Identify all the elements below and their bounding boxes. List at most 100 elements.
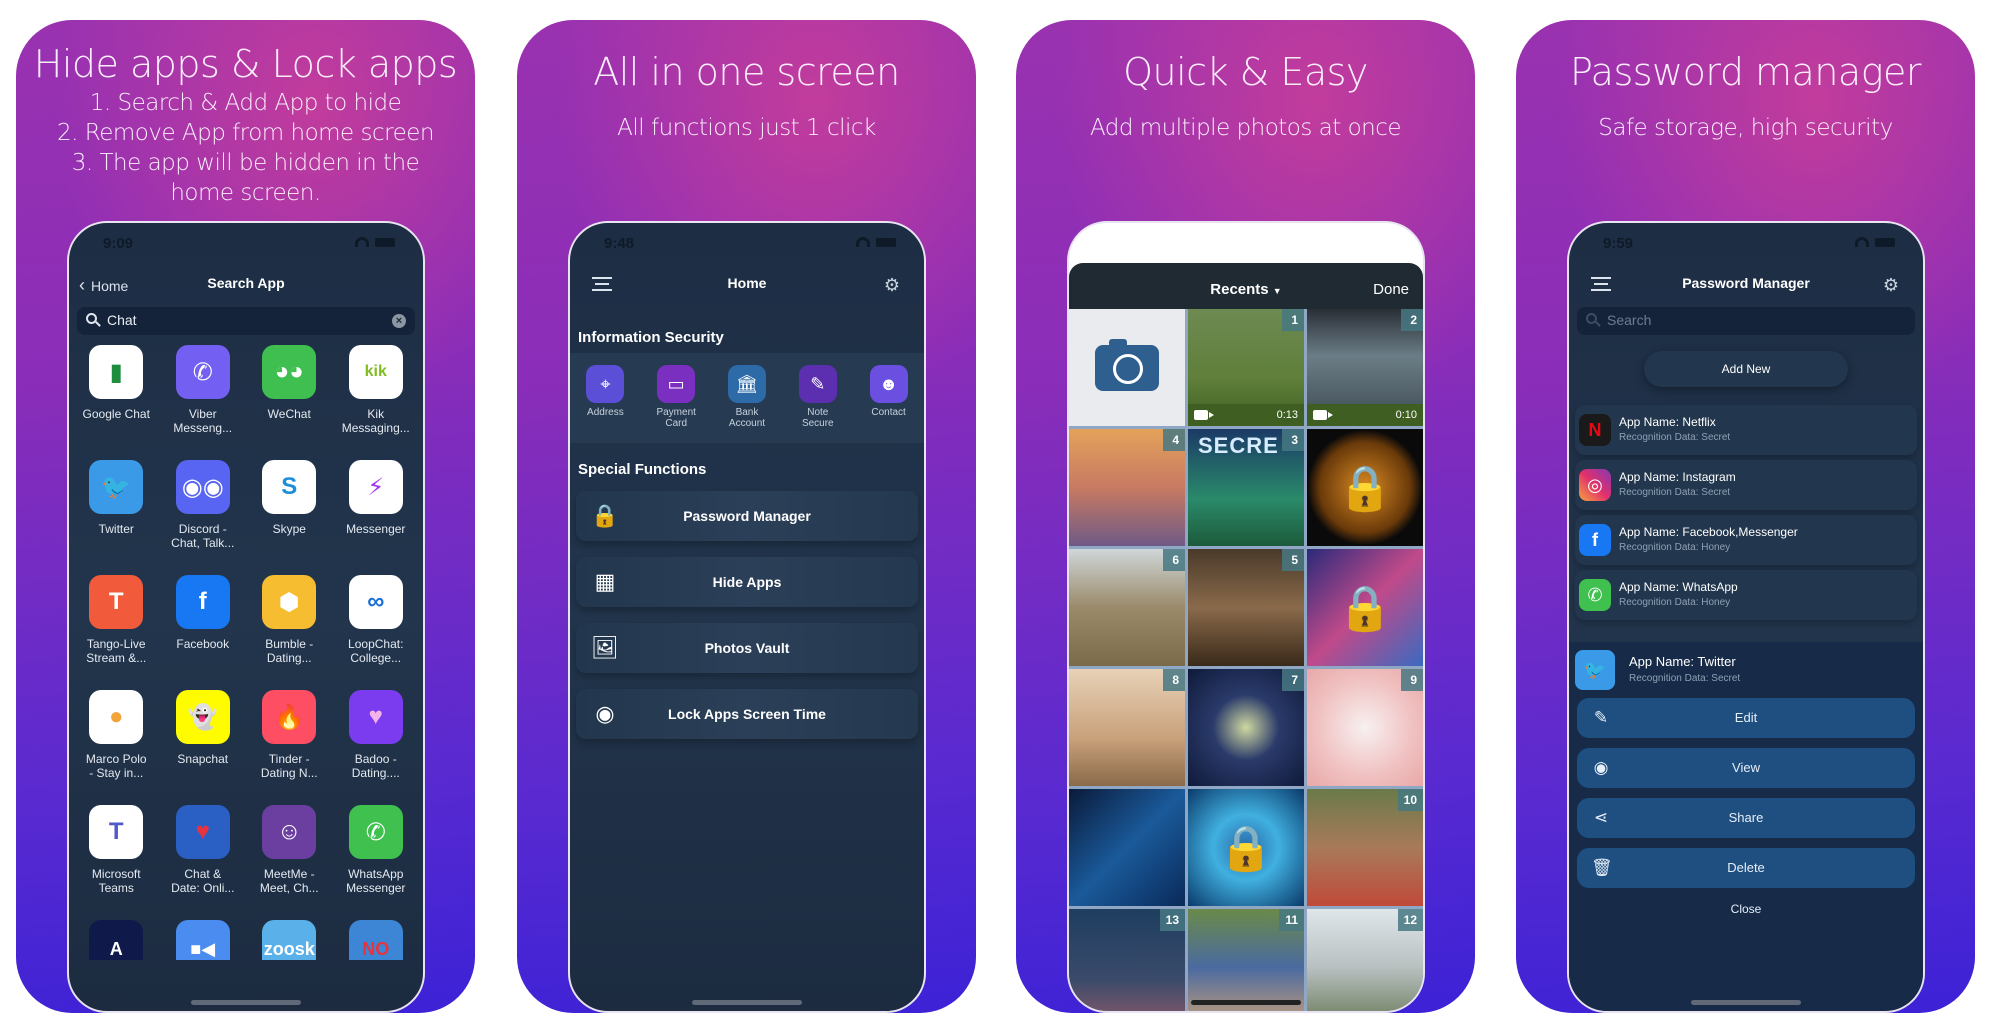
home-indicator <box>1191 1000 1301 1005</box>
edit-button[interactable]: ✎ Edit <box>1577 698 1915 738</box>
app-item[interactable]: ◕◕ WeChat <box>246 345 333 446</box>
app-item[interactable]: ✆ WhatsApp Messenger <box>333 805 420 906</box>
function-button[interactable]: ◉ Lock Apps Screen Time <box>576 689 918 739</box>
photo-thumbnail[interactable]: 12 <box>1307 909 1423 1011</box>
app-item[interactable]: 🐦 Twitter <box>73 460 160 561</box>
wifi-icon <box>1855 237 1869 247</box>
photo-thumbnail[interactable] <box>1069 789 1185 906</box>
meetme-icon: ☺ <box>262 805 317 859</box>
photo-thumbnail[interactable]: 11 <box>1188 909 1304 1011</box>
info-item-bank[interactable]: 🏛 Bank Account <box>717 365 777 443</box>
status-time: 9:59 <box>1603 235 1634 252</box>
note-secure-icon: ✎ <box>798 365 837 403</box>
info-item-contact[interactable]: ☻ Contact <box>859 365 919 443</box>
photo-thumbnail[interactable]: 6 <box>1069 549 1185 666</box>
app-label: Tango-Live Stream &... <box>86 637 147 665</box>
home-indicator <box>191 1000 301 1005</box>
app-item[interactable]: 🔥 Tinder - Dating N... <box>246 690 333 791</box>
search-input[interactable]: Chat × <box>77 307 415 335</box>
app-item[interactable]: ✆ Viber Messeng... <box>160 345 247 446</box>
photo-thumbnail[interactable]: 7 <box>1188 669 1304 786</box>
facebook-icon: f <box>175 575 230 629</box>
photo-thumbnail[interactable]: 🔒 <box>1307 429 1423 546</box>
loopchat-icon: ∞ <box>348 575 403 629</box>
photo-thumbnail[interactable]: 2 0:10 <box>1307 309 1423 426</box>
app-item[interactable]: ● Marco Polo - Stay in... <box>73 690 160 791</box>
app-item[interactable]: A <box>73 920 160 1011</box>
app-grid: ▮ Google Chat ✆ Viber Messeng... ◕◕ WeChat kik… <box>73 345 420 1011</box>
whatsapp-icon: ✆ <box>1579 579 1611 611</box>
entry-name: App Name: Instagram <box>1619 470 1736 484</box>
photo-thumbnail[interactable]: SECRE 3 <box>1188 429 1304 546</box>
password-entry[interactable]: N App Name: Netflix Recognition Data: Secr… <box>1575 405 1917 455</box>
action-label: Delete <box>1727 860 1765 875</box>
password-entry[interactable]: ✆ App Name: WhatsApp Recognition Data: Hon… <box>1575 570 1917 620</box>
panel-headline: Password manager <box>1569 50 1922 94</box>
password-entry[interactable]: f App Name: Facebook,Messenger Recognition… <box>1575 515 1917 565</box>
photo-thumbnail[interactable]: 🔒 <box>1307 549 1423 666</box>
panel-subheadline: Safe storage, high security <box>1598 115 1893 141</box>
app-label: Skype <box>272 522 306 536</box>
payment-card-icon: ▭ <box>657 365 696 403</box>
album-selector[interactable]: Recents ▼ <box>1069 281 1423 298</box>
app-item[interactable]: ☺ MeetMe - Meet, Ch... <box>246 805 333 906</box>
photo-thumbnail[interactable]: 1 0:13 <box>1188 309 1304 426</box>
delete-button[interactable]: 🗑 Delete <box>1577 848 1915 888</box>
app-item[interactable]: ∞ LoopChat: College... <box>333 575 420 676</box>
gear-icon[interactable]: ⚙ <box>1883 275 1899 296</box>
close-button[interactable]: Close <box>1569 902 1923 916</box>
entry-recognition: Recognition Data: Secret <box>1619 432 1731 443</box>
info-item-address-pin[interactable]: ⌖ Address <box>575 365 635 443</box>
zoom-icon: ■◀ <box>175 920 230 960</box>
function-label: Photos Vault <box>704 640 790 656</box>
clear-search-icon[interactable]: × <box>392 314 406 328</box>
photo-thumbnail[interactable]: 8 <box>1069 669 1185 786</box>
photo-thumbnail[interactable]: 9 <box>1307 669 1423 786</box>
search-placeholder: Search <box>1607 312 1652 328</box>
video-camera-icon <box>1194 410 1214 420</box>
phone-screen-home: 9:48 Home ⚙ Information Security ⌖ Addres… <box>568 221 926 1013</box>
app-item[interactable]: f Facebook <box>160 575 247 676</box>
photo-thumbnail[interactable]: 10 <box>1307 789 1423 906</box>
app-item[interactable]: ◉◉ Discord - Chat, Talk... <box>160 460 247 561</box>
app-item[interactable]: ⬢ Bumble - Dating... <box>246 575 333 676</box>
app-item[interactable]: S Skype <box>246 460 333 561</box>
app-item[interactable]: T Microsoft Teams <box>73 805 160 906</box>
photo-thumbnail[interactable]: 5 <box>1188 549 1304 666</box>
app-item[interactable]: NO <box>333 920 420 1011</box>
app-item[interactable]: T Tango-Live Stream &... <box>73 575 160 676</box>
password-entry[interactable]: ◎ App Name: Instagram Recognition Data: Se… <box>1575 460 1917 510</box>
app-item[interactable]: ⚡ Messenger <box>333 460 420 561</box>
info-item-label: Bank Account <box>728 407 766 429</box>
function-button[interactable]: ▦ Hide Apps <box>576 557 918 607</box>
photo-thumbnail[interactable]: 4 <box>1069 429 1185 546</box>
camera-capture-cell[interactable] <box>1069 309 1185 426</box>
add-new-button[interactable]: Add New <box>1644 351 1848 387</box>
photo-thumbnail[interactable]: 🔒 <box>1188 789 1304 906</box>
view-button[interactable]: ◉ View <box>1577 748 1915 788</box>
app-label: Badoo - Dating.... <box>351 752 400 780</box>
photo-thumbnail[interactable]: 13 <box>1069 909 1185 1011</box>
app-item[interactable]: ♥ Chat & Date: Onli... <box>160 805 247 906</box>
app-label: Messenger <box>346 522 406 536</box>
info-item-note-secure[interactable]: ✎ Note Secure <box>788 365 848 443</box>
album-title: Recents <box>1210 281 1269 298</box>
lock-icon: 🔒 <box>1337 583 1393 633</box>
function-button[interactable]: 🖼 Photos Vault <box>576 623 918 673</box>
app-label: Chat & Date: Onli... <box>171 867 235 895</box>
info-item-payment-card[interactable]: ▭ Payment Card <box>646 365 706 443</box>
app-item[interactable]: 👻 Snapchat <box>160 690 247 791</box>
nav-title: Search App <box>207 275 285 291</box>
app-item[interactable]: ♥ Badoo - Dating.... <box>333 690 420 791</box>
share-button[interactable]: ⋖ Share <box>1577 798 1915 838</box>
app-label: Facebook <box>176 637 230 651</box>
entry-recognition: Recognition Data: Honey <box>1619 542 1731 553</box>
search-input[interactable]: Search <box>1577 307 1915 335</box>
gear-icon[interactable]: ⚙ <box>884 275 900 296</box>
information-security-bar: ⌖ Address ▭ Payment Card 🏛 Bank Account ✎ Note … <box>570 353 924 443</box>
app-item[interactable]: ▮ Google Chat <box>73 345 160 446</box>
function-button[interactable]: 🔒 Password Manager <box>576 491 918 541</box>
done-button[interactable]: Done <box>1373 281 1409 298</box>
app-item[interactable]: kik Kik Messaging... <box>333 345 420 446</box>
no-app-icon: NO <box>348 920 403 960</box>
